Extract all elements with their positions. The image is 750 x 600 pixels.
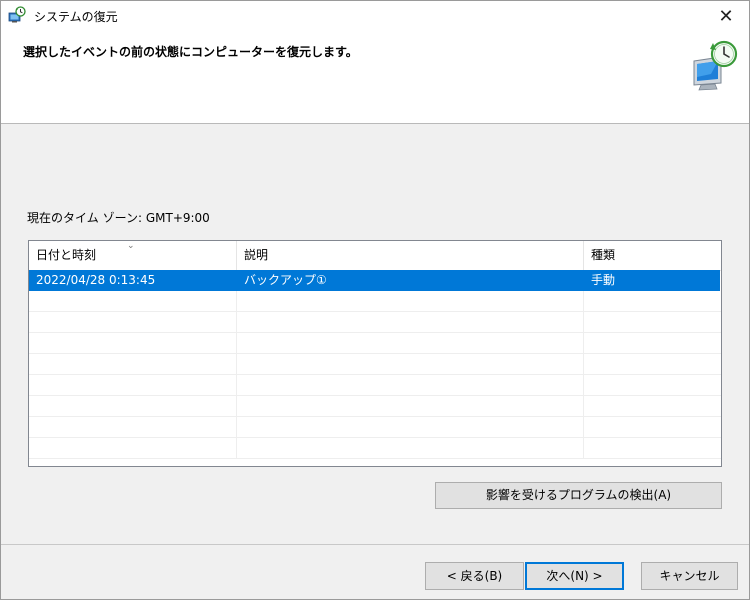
column-header-type[interactable]: 種類 bbox=[584, 241, 721, 270]
empty-row bbox=[29, 333, 721, 354]
empty-row bbox=[29, 396, 721, 417]
sort-caret-icon: ⌄ bbox=[127, 241, 135, 251]
footer-divider bbox=[1, 544, 749, 545]
empty-row bbox=[29, 417, 721, 438]
cell-date: 2022/04/28 0:13:45 bbox=[29, 270, 237, 291]
system-restore-icon bbox=[8, 6, 26, 23]
close-icon: ✕ bbox=[718, 5, 734, 27]
back-button[interactable]: < 戻る(B) bbox=[425, 562, 524, 590]
header-panel: 選択したイベントの前の状態にコンピューターを復元します。 bbox=[1, 31, 749, 124]
cell-description: バックアップ① bbox=[237, 270, 584, 291]
restore-points-table: ⌄ 日付と時刻 説明 種類 2022/04/28 0:13:45 バックアップ①… bbox=[28, 240, 722, 467]
empty-row bbox=[29, 291, 721, 312]
table-header: ⌄ 日付と時刻 説明 種類 bbox=[29, 241, 721, 271]
empty-row bbox=[29, 312, 721, 333]
timezone-label: 現在のタイム ゾーン: GMT+9:00 bbox=[27, 211, 210, 225]
empty-row bbox=[29, 375, 721, 396]
instruction-text: 選択したイベントの前の状態にコンピューターを復元します。 bbox=[23, 45, 358, 59]
table-body: 2022/04/28 0:13:45 バックアップ① 手動 bbox=[29, 270, 721, 459]
table-row[interactable]: 2022/04/28 0:13:45 バックアップ① 手動 bbox=[29, 270, 720, 291]
column-header-date[interactable]: ⌄ 日付と時刻 bbox=[29, 241, 237, 270]
empty-row bbox=[29, 354, 721, 375]
system-restore-window: システムの復元 ✕ 選択したイベントの前の状態にコンピューターを復元します。 現… bbox=[0, 0, 750, 600]
empty-row bbox=[29, 438, 721, 459]
close-button[interactable]: ✕ bbox=[703, 1, 749, 31]
scan-affected-programs-button[interactable]: 影響を受けるプログラムの検出(A) bbox=[435, 482, 722, 509]
window-title: システムの復元 bbox=[34, 10, 118, 24]
column-header-description[interactable]: 説明 bbox=[237, 241, 584, 270]
system-restore-icon bbox=[693, 40, 738, 91]
cell-type: 手動 bbox=[584, 270, 721, 291]
next-button[interactable]: 次へ(N) > bbox=[525, 562, 624, 590]
title-bar: システムの復元 ✕ bbox=[1, 1, 749, 31]
cancel-button[interactable]: キャンセル bbox=[641, 562, 738, 590]
